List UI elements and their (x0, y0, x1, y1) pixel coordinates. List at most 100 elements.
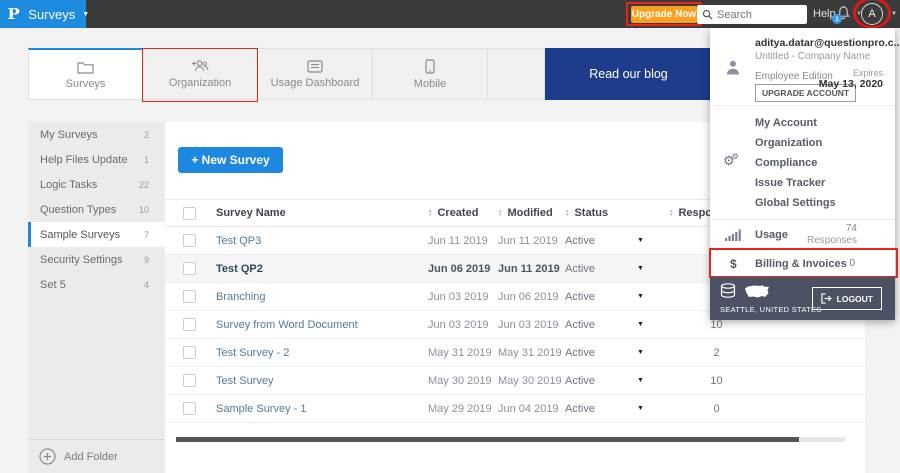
status-dropdown-caret[interactable]: ▼ (637, 237, 669, 244)
logout-icon (820, 293, 832, 304)
menu-item-global-settings[interactable]: Global Settings (710, 193, 895, 213)
select-all-checkbox[interactable] (183, 206, 196, 220)
sort-icon[interactable]: ▲ ▼ (669, 208, 673, 217)
responses-count: 10 (710, 318, 723, 331)
top-bar: P Surveys ▼ Upgrade Now Help 1 ▼ A ▼ (0, 0, 900, 29)
tab-mobile[interactable]: Mobile (373, 48, 488, 100)
modified-date: Jun 11 2019 (498, 262, 560, 275)
search-input[interactable] (717, 8, 797, 21)
survey-name-link[interactable]: Test Survey - 2 (216, 347, 289, 359)
horizontal-scrollbar[interactable] (176, 437, 845, 442)
questionpro-logo-icon: P (7, 5, 20, 23)
sidebar-item-sample-surveys[interactable]: Sample Surveys 7 (28, 222, 165, 247)
status-dropdown-caret[interactable]: ▼ (637, 265, 669, 272)
read-our-blog-button[interactable]: Read our blog (545, 48, 712, 100)
sidebar-item-logic-tasks[interactable]: Logic Tasks 22 (28, 172, 165, 197)
add-folder-label: Add Folder (64, 450, 118, 463)
survey-name-link[interactable]: Survey from Word Document (216, 319, 358, 331)
column-header-created[interactable]: Created (437, 207, 478, 219)
app-menu-label: Surveys (28, 6, 76, 22)
sidebar-item-label: Logic Tasks (40, 178, 98, 191)
table-row: Sample Survey - 1 May 29 2019 Jun 04 201… (165, 395, 865, 423)
modified-date: Jun 03 2019 (498, 318, 559, 331)
tab-usage-dashboard[interactable]: Usage Dashboard (258, 48, 373, 100)
status-dropdown-caret[interactable]: ▼ (637, 405, 669, 412)
status-dropdown-caret[interactable]: ▼ (637, 349, 669, 356)
notifications-button[interactable]: 1 (832, 5, 852, 24)
status-dropdown-caret[interactable]: ▼ (637, 321, 669, 328)
scrollbar-thumb[interactable] (176, 437, 799, 442)
upgrade-now-button[interactable]: Upgrade Now (631, 5, 697, 23)
survey-name-link[interactable]: Test Survey (216, 375, 273, 387)
menu-item-my-account[interactable]: My Account (710, 113, 895, 133)
status-value: Active (565, 234, 595, 247)
sidebar-item-label: Set 5 (40, 278, 66, 291)
add-folder-button[interactable]: Add Folder (28, 439, 165, 473)
row-checkbox[interactable] (183, 290, 196, 303)
created-date: Jun 03 2019 (428, 318, 489, 331)
survey-name-link[interactable]: Sample Survey - 1 (216, 403, 306, 415)
avatar[interactable]: A (861, 3, 883, 25)
row-checkbox[interactable] (183, 402, 196, 415)
row-checkbox[interactable] (183, 346, 196, 359)
expires-label: Expires (852, 68, 883, 78)
add-people-icon (192, 60, 209, 72)
logout-button[interactable]: LOGOUT (811, 287, 882, 310)
sidebar-item-count: 7 (143, 229, 149, 240)
table-row: Test Survey May 30 2019 May 30 2019 Acti… (165, 367, 865, 395)
new-survey-button[interactable]: + New Survey (178, 147, 283, 173)
usage-label: Usage (755, 228, 789, 241)
tab-organization[interactable]: Organization (142, 48, 258, 102)
sidebar-item-label: Question Types (40, 203, 117, 216)
expires-date: May 13, 2020 (818, 78, 883, 90)
sort-icon[interactable]: ▲ ▼ (498, 208, 502, 217)
account-summary: aditya.datar@questionpro.c... Untitled -… (710, 28, 900, 106)
menu-item-usage[interactable]: Usage 74 Responses (710, 220, 895, 250)
status-dropdown-caret[interactable]: ▼ (637, 377, 669, 384)
survey-name-link[interactable]: Branching (216, 291, 266, 303)
sidebar-item-set-5[interactable]: Set 5 4 (28, 272, 165, 297)
menu-item-issue-tracker[interactable]: Issue Tracker (710, 173, 895, 193)
tab-surveys[interactable]: Surveys (28, 48, 143, 100)
search-box[interactable] (697, 5, 807, 24)
row-checkbox[interactable] (183, 234, 196, 247)
sidebar-item-security-settings[interactable]: Security Settings 9 (28, 247, 165, 272)
gears-icon: ⚙⚙ (723, 152, 739, 168)
avatar-chevron-down-icon[interactable]: ▼ (891, 11, 897, 17)
column-header-survey-name[interactable]: Survey Name (201, 207, 428, 219)
menu-item-billing-invoices[interactable]: $ Billing & Invoices 0 (709, 248, 898, 278)
billing-value: 0 (849, 258, 855, 269)
account-menu-list: ⚙⚙ My Account Organization Compliance Is… (710, 106, 895, 220)
responses-count: 2 (713, 346, 720, 359)
created-date: May 30 2019 (428, 374, 492, 387)
tab-label: Mobile (413, 77, 447, 90)
account-dropdown: aditya.datar@questionpro.c... Untitled -… (709, 28, 900, 320)
dollar-icon: $ (730, 256, 737, 271)
billing-label: Billing & Invoices (755, 257, 847, 270)
sidebar-item-help-files-update[interactable]: Help Files Update 1 (28, 147, 165, 172)
row-checkbox[interactable] (183, 318, 196, 331)
sidebar-item-label: Security Settings (40, 253, 123, 266)
sort-icon[interactable]: ▲ ▼ (428, 208, 432, 217)
sidebar-item-my-surveys[interactable]: My Surveys 2 (28, 122, 165, 147)
menu-item-organization[interactable]: Organization (710, 133, 895, 153)
column-header-status[interactable]: Status (574, 207, 608, 219)
status-dropdown-caret[interactable]: ▼ (637, 293, 669, 300)
usa-map-icon (745, 285, 769, 298)
survey-name-link[interactable]: Test QP2 (216, 263, 263, 275)
row-checkbox[interactable] (183, 374, 196, 387)
created-date: May 29 2019 (428, 402, 492, 415)
tab-strip-filler (488, 48, 545, 100)
created-date: May 31 2019 (428, 346, 492, 359)
usage-value: 74 (845, 223, 857, 234)
sort-icon[interactable]: ▲ ▼ (565, 208, 569, 217)
sidebar-item-question-types[interactable]: Question Types 10 (28, 197, 165, 222)
annotation-upgrade-box: Upgrade Now (626, 2, 702, 26)
created-date: Jun 03 2019 (428, 290, 489, 303)
usage-unit: Responses (806, 235, 857, 246)
row-checkbox[interactable] (183, 262, 196, 275)
app-switcher[interactable]: P Surveys ▼ (0, 0, 89, 28)
column-header-modified[interactable]: Modified (507, 207, 552, 219)
survey-name-link[interactable]: Test QP3 (216, 235, 261, 247)
logout-label: LOGOUT (836, 293, 873, 304)
